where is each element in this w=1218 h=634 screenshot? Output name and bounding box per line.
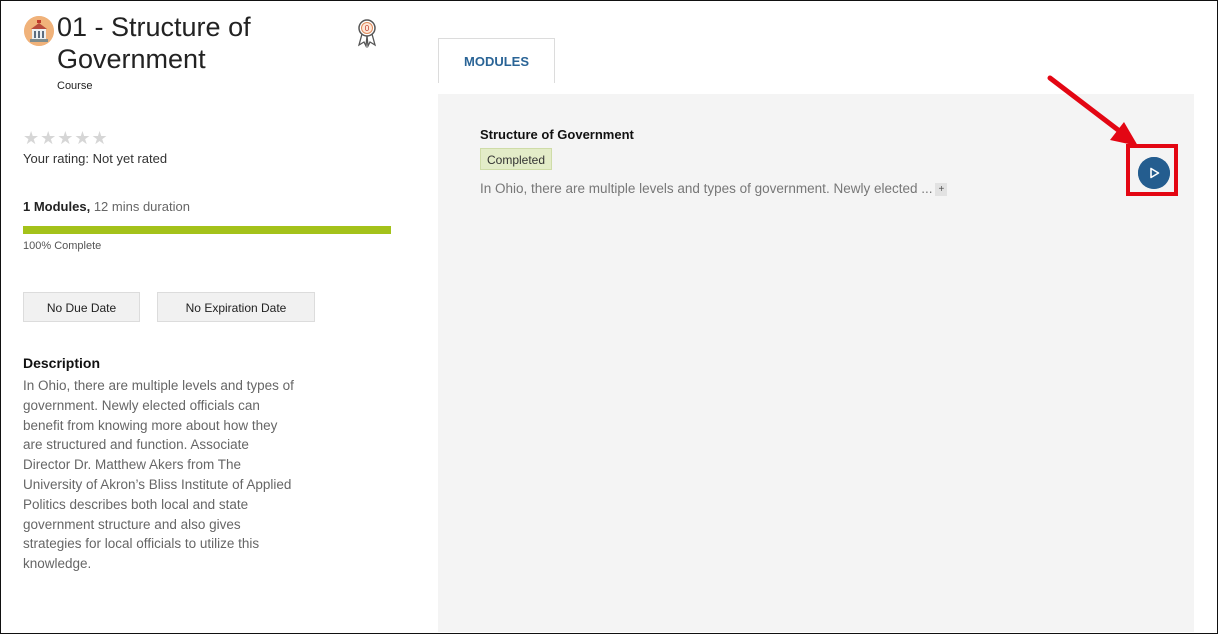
- module-description-text: In Ohio, there are multiple levels and t…: [480, 181, 933, 196]
- rating-text: Your rating: Not yet rated: [23, 151, 168, 166]
- status-badge: Completed: [480, 148, 553, 170]
- module-description: In Ohio, there are multiple levels and t…: [480, 181, 948, 196]
- description-heading: Description: [23, 355, 101, 371]
- progress-text: 100% Complete: [23, 240, 102, 252]
- expand-description-button[interactable]: +: [935, 182, 948, 196]
- rating-stars[interactable]: ★★★★★: [23, 128, 109, 149]
- play-icon: [1138, 157, 1170, 189]
- capitol-building-icon: [24, 16, 54, 46]
- module-title[interactable]: Structure of Government: [480, 127, 634, 142]
- modules-panel: Structure of Government Completed In Ohi…: [438, 94, 1194, 632]
- modules-count: 1 Modules,: [23, 199, 91, 214]
- award-ribbon-icon[interactable]: 0: [356, 18, 378, 49]
- description-text: In Ohio, there are multiple levels and t…: [23, 378, 294, 572]
- course-type-label: Course: [57, 80, 93, 92]
- red-arrow-annotation: [1047, 75, 1138, 146]
- expiration-date-button[interactable]: No Expiration Date: [157, 292, 315, 322]
- progress-bar-fill: [23, 226, 391, 234]
- progress-bar: [23, 226, 391, 234]
- play-module-button[interactable]: [1138, 157, 1170, 189]
- tab-modules[interactable]: MODULES: [438, 38, 555, 83]
- course-title: 01 - Structure of Government: [57, 12, 251, 74]
- badge-count: 0: [365, 24, 370, 33]
- duration-text: 12 mins duration: [93, 199, 190, 214]
- modules-duration-summary: 1 Modules, 12 mins duration: [23, 199, 190, 214]
- due-date-button[interactable]: No Due Date: [23, 292, 140, 322]
